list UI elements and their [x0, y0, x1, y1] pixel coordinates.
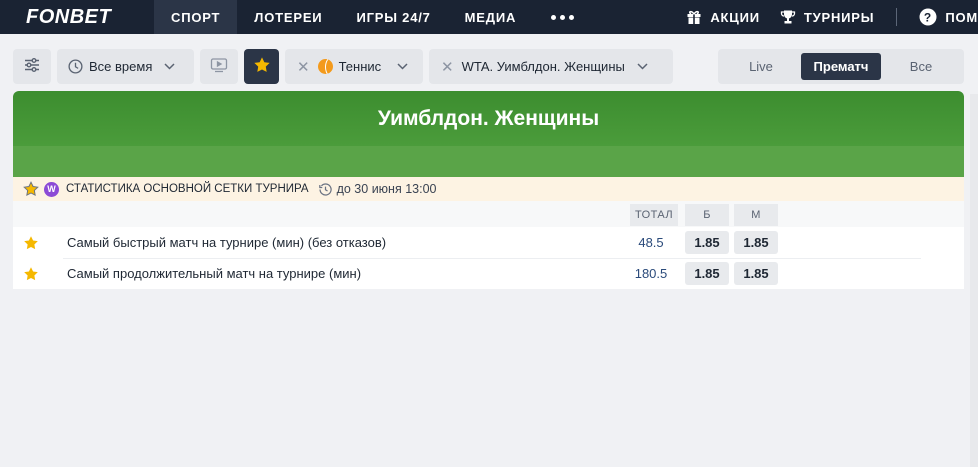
clock-icon	[68, 59, 83, 74]
promo-label: АКЦИИ	[710, 9, 760, 25]
top-navigation: FONBET СПОРТ ЛОТЕРЕИ ИГРЫ 24/7 МЕДИА АКЦ…	[0, 0, 978, 34]
wta-badge-icon: W	[44, 181, 59, 197]
filters-bar: Все время ✕ Теннис ✕ WTA. Уимблдон. Женщ…	[13, 49, 673, 84]
nav-divider	[896, 8, 898, 26]
nav-tournaments-button[interactable]: ТУРНИРЫ	[770, 0, 884, 34]
nav-item-lotteries[interactable]: ЛОТЕРЕИ	[237, 0, 339, 34]
nav-promo-button[interactable]: АКЦИИ	[676, 0, 770, 34]
sport-label: Теннис	[338, 59, 382, 74]
column-over: Б	[685, 204, 729, 226]
tv-icon	[210, 57, 228, 76]
odd-over-button[interactable]: 1.85	[685, 231, 729, 254]
odd-under-button[interactable]: 1.85	[734, 262, 778, 285]
sliders-icon	[24, 57, 40, 76]
tournament-header: W Статистика основной сетки турнира до 3…	[13, 177, 964, 201]
mode-tabs: Live Прематч Все	[718, 49, 964, 84]
event-card: Уимблдон. Женщины W Статистика основной …	[13, 91, 964, 289]
league-label: WTA. Уимблдон. Женщины	[461, 59, 625, 74]
table-row: Самый быстрый матч на турнире (мин) (без…	[13, 227, 964, 258]
chevron-down-icon	[164, 63, 175, 70]
tab-live[interactable]: Live	[721, 53, 801, 80]
market-name: Самый быстрый матч на турнире (мин) (без…	[67, 235, 387, 250]
tournament-name[interactable]: Статистика основной сетки турнира	[66, 183, 309, 195]
close-icon[interactable]: ✕	[441, 58, 454, 76]
tournament-date: до 30 июня 13:00	[318, 182, 437, 196]
more-menu-button[interactable]	[533, 0, 592, 34]
table-header: ТОТАЛ Б М	[13, 201, 964, 227]
tennis-ball-icon	[317, 59, 333, 74]
gift-icon	[686, 9, 702, 25]
tournament-date-label: до 30 июня 13:00	[336, 182, 437, 196]
total-value: 180.5	[634, 266, 668, 281]
chevron-down-icon	[637, 63, 648, 70]
league-filter-chip[interactable]: ✕ WTA. Уимблдон. Женщины	[429, 49, 673, 84]
odd-over-button[interactable]: 1.85	[685, 262, 729, 285]
total-value: 48.5	[638, 235, 664, 250]
sport-filter-chip[interactable]: ✕ Теннис	[285, 49, 423, 84]
nav-item-sport[interactable]: СПОРТ	[154, 0, 238, 34]
column-under: М	[734, 204, 778, 226]
markets-table: ТОТАЛ Б М Самый быстрый матч на турнире …	[13, 201, 964, 289]
help-icon: ?	[919, 8, 937, 26]
svg-text:?: ?	[924, 11, 932, 25]
help-label: ПОМ	[945, 9, 978, 25]
clock-icon	[318, 182, 332, 196]
dot-icon	[551, 14, 557, 20]
nav-help-button[interactable]: ? ПОМ	[909, 0, 978, 34]
period-select[interactable]: Все время	[57, 49, 194, 84]
tournaments-label: ТУРНИРЫ	[803, 9, 875, 25]
nav-item-games[interactable]: ИГРЫ 24/7	[339, 0, 447, 34]
period-label: Все время	[89, 59, 153, 74]
event-banner-strip	[13, 146, 964, 177]
star-icon[interactable]	[23, 266, 39, 282]
close-icon[interactable]: ✕	[297, 58, 310, 76]
star-icon	[253, 56, 271, 77]
nav-item-media[interactable]: МЕДИА	[448, 0, 534, 34]
favorites-filter-button[interactable]	[244, 49, 279, 84]
odd-under-button[interactable]: 1.85	[734, 231, 778, 254]
table-row: Самый продолжительный матч на турнире (м…	[13, 258, 964, 289]
star-icon[interactable]	[23, 181, 39, 197]
tab-prematch[interactable]: Прематч	[801, 53, 881, 80]
star-icon[interactable]	[23, 235, 39, 251]
event-banner-title: Уимблдон. Женщины	[13, 91, 964, 146]
dot-icon	[569, 14, 575, 20]
column-total: ТОТАЛ	[630, 204, 678, 226]
market-name: Самый продолжительный матч на турнире (м…	[67, 266, 362, 281]
fonbet-logo[interactable]: FONBET	[0, 0, 154, 34]
video-filter-button[interactable]	[200, 49, 238, 84]
page-scrollbar[interactable]	[970, 94, 978, 467]
filter-settings-button[interactable]	[13, 49, 51, 84]
tab-all[interactable]: Все	[881, 53, 961, 80]
nav-right-group: АКЦИИ ТУРНИРЫ ? ПОМ	[676, 0, 978, 34]
trophy-icon	[780, 9, 796, 25]
dot-icon	[560, 14, 566, 20]
chevron-down-icon	[397, 63, 408, 70]
